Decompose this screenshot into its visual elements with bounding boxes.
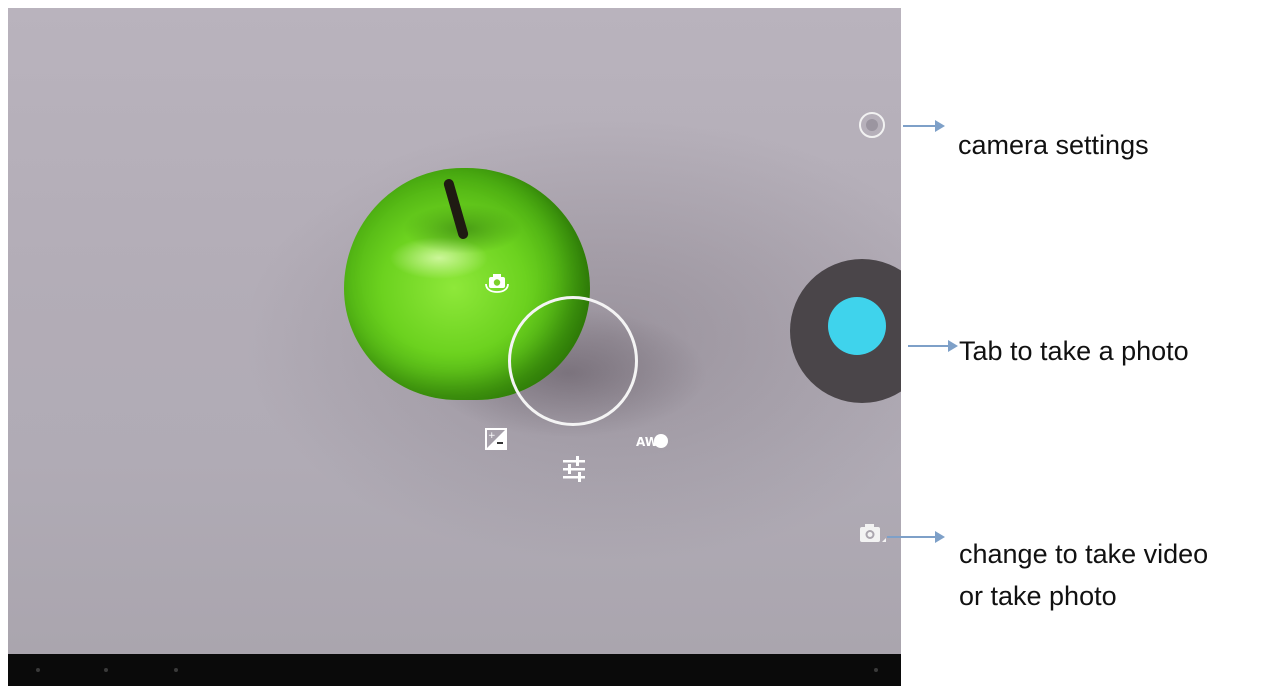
shutter-button[interactable] (828, 297, 886, 355)
page: + AW camera settings Tab to take a photo… (0, 0, 1274, 686)
settings-callout: camera settings (958, 130, 1149, 160)
mode-arrow (887, 531, 945, 543)
system-nav-bar (8, 654, 901, 686)
camera-settings-button[interactable] (859, 112, 885, 138)
shutter-callout: Tab to take a photo (959, 336, 1189, 366)
settings-arrow (903, 120, 945, 132)
shutter-arrow (908, 340, 958, 352)
svg-text:+: + (488, 431, 496, 441)
awb-icon[interactable]: AW (636, 431, 670, 451)
sliders-icon[interactable] (559, 454, 589, 484)
focus-ring[interactable] (508, 296, 638, 426)
camera-mode-icon[interactable] (858, 522, 888, 546)
nav-back-icon[interactable] (36, 668, 40, 672)
circle-settings-icon (866, 119, 878, 131)
nav-recent-icon[interactable] (174, 668, 178, 672)
nav-menu-icon[interactable] (874, 668, 878, 672)
exposure-icon[interactable]: + (485, 428, 507, 450)
nav-home-icon[interactable] (104, 668, 108, 672)
camera-viewfinder[interactable]: + AW (8, 8, 901, 654)
switch-camera-icon[interactable] (482, 272, 512, 294)
mode-callout-line1: change to take video (959, 539, 1209, 569)
mode-callout-line2: or take photo (959, 581, 1117, 611)
